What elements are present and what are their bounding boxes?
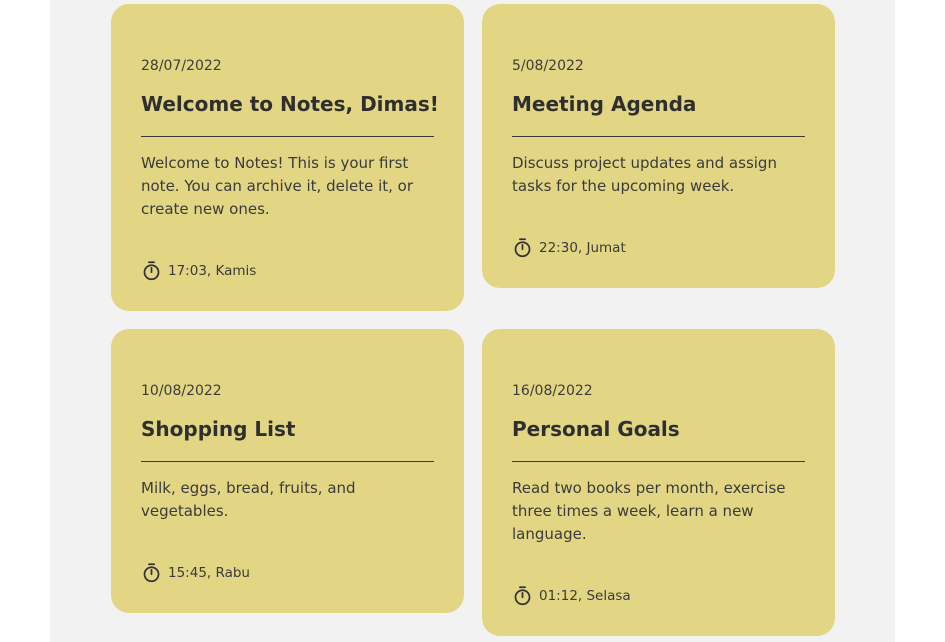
note-title: Personal Goals (512, 417, 805, 462)
note-body: Milk, eggs, bread, fruits, and vegetable… (141, 479, 356, 520)
timer-icon (143, 261, 160, 281)
note-time: 01:12, Selasa (512, 585, 631, 606)
note-body: Read two books per month, exercise three… (512, 479, 786, 543)
note-title: Meeting Agenda (512, 92, 805, 137)
note-time-label: 22:30, Jumat (539, 239, 626, 256)
timer-icon (143, 563, 160, 583)
note-date: 28/07/2022 (141, 58, 222, 74)
note-date: 10/08/2022 (141, 383, 222, 399)
note-time: 17:03, Kamis (141, 260, 256, 281)
note-title: Shopping List (141, 417, 434, 462)
note-card[interactable]: 10/08/2022 Shopping List Milk, eggs, bre… (111, 329, 464, 613)
timer-icon (514, 586, 531, 606)
note-date: 16/08/2022 (512, 383, 593, 399)
note-date: 5/08/2022 (512, 58, 584, 74)
note-title: Welcome to Notes, Dimas! (141, 92, 439, 137)
note-card[interactable]: 28/07/2022 Welcome to Notes, Dimas! Welc… (111, 4, 464, 311)
note-card[interactable]: 5/08/2022 Meeting Agenda Discuss project… (482, 4, 835, 288)
notes-board: 28/07/2022 Welcome to Notes, Dimas! Welc… (50, 0, 895, 642)
note-time-label: 01:12, Selasa (539, 587, 631, 604)
note-time-label: 17:03, Kamis (168, 262, 257, 279)
note-time-label: 15:45, Rabu (168, 564, 250, 581)
note-card[interactable]: 16/08/2022 Personal Goals Read two books… (482, 329, 835, 636)
timer-icon (514, 238, 531, 258)
note-body: Welcome to Notes! This is your first not… (141, 154, 414, 218)
note-time: 15:45, Rabu (141, 562, 250, 583)
note-body: Discuss project updates and assign tasks… (512, 154, 777, 195)
note-time: 22:30, Jumat (512, 237, 626, 258)
